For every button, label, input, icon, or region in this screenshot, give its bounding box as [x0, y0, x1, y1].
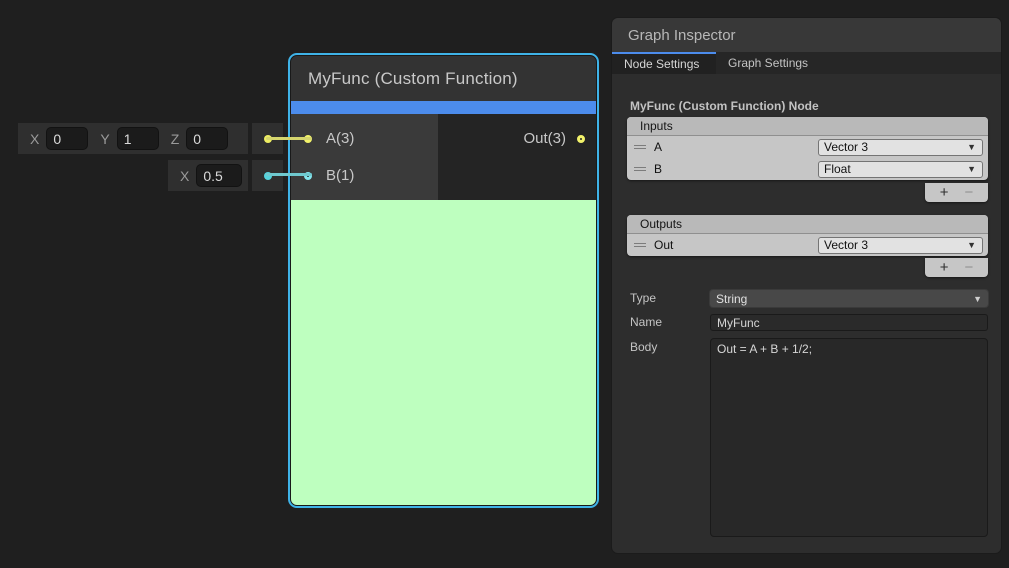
type-label: Type — [630, 291, 656, 305]
axis-x-label: X — [30, 131, 39, 147]
input-row-name: B — [654, 162, 662, 176]
output-row-name: Out — [654, 238, 673, 252]
tab-graph-settings[interactable]: Graph Settings — [716, 52, 822, 74]
chevron-down-icon: ▼ — [967, 164, 976, 174]
edge-float-to-b[interactable] — [266, 173, 312, 176]
node-output-ports: Out(3) — [438, 114, 596, 200]
inspector-title[interactable]: Graph Inspector — [612, 18, 1001, 52]
remove-input-button[interactable]: − — [965, 185, 974, 200]
body-label: Body — [630, 340, 657, 354]
outputs-list: Outputs Out Vector 3 ▼ — [627, 215, 988, 256]
vector3-y-field[interactable] — [117, 127, 159, 150]
node-preview — [291, 200, 596, 505]
float-x-field[interactable] — [196, 164, 242, 187]
chevron-down-icon: ▼ — [967, 142, 976, 152]
name-label: Name — [630, 315, 662, 329]
drag-handle-icon[interactable] — [634, 143, 646, 151]
body-field[interactable] — [710, 338, 988, 537]
port-row-a: A(3) — [291, 120, 438, 157]
node-title: MyFunc (Custom Function) — [291, 56, 596, 101]
dropdown-value: Float — [824, 162, 851, 176]
type-dropdown[interactable]: String ▼ — [710, 290, 988, 307]
vector3-input-widget: X Y Z — [18, 123, 248, 154]
port-row-b: B(1) — [291, 157, 438, 194]
port-out-connector-icon[interactable] — [577, 135, 585, 143]
dropdown-value: String — [716, 292, 747, 306]
output-type-dropdown[interactable]: Vector 3 ▼ — [818, 237, 983, 254]
port-a-label: A(3) — [326, 130, 354, 147]
list-item[interactable]: B Float ▼ — [627, 158, 988, 180]
input-b-type-dropdown[interactable]: Float ▼ — [818, 161, 983, 178]
drag-handle-icon[interactable] — [634, 165, 646, 173]
vector3-z-field[interactable] — [186, 127, 228, 150]
drag-handle-icon[interactable] — [634, 241, 646, 249]
inspector-heading: MyFunc (Custom Function) Node — [630, 99, 819, 113]
tab-node-settings[interactable]: Node Settings — [612, 52, 716, 74]
port-b-label: B(1) — [326, 167, 354, 184]
inputs-list-footer: + − — [925, 183, 988, 202]
inspector-tabs: Node Settings Graph Settings — [612, 52, 1001, 74]
axis-z-label: Z — [171, 131, 180, 147]
axis-x-label: X — [180, 168, 189, 184]
chevron-down-icon: ▼ — [973, 294, 982, 304]
axis-y-label: Y — [100, 131, 109, 147]
list-item[interactable]: Out Vector 3 ▼ — [627, 234, 988, 256]
dropdown-value: Vector 3 — [824, 238, 868, 252]
port-row-out: Out(3) — [438, 120, 596, 157]
input-row-name: A — [654, 140, 662, 154]
port-out-label: Out(3) — [523, 130, 566, 147]
outputs-list-header: Outputs — [627, 215, 988, 234]
remove-output-button[interactable]: − — [965, 260, 974, 275]
add-output-button[interactable]: + — [940, 260, 949, 275]
outputs-list-footer: + − — [925, 258, 988, 277]
name-field[interactable] — [710, 314, 988, 331]
input-a-type-dropdown[interactable]: Vector 3 ▼ — [818, 139, 983, 156]
edge-vector3-to-a[interactable] — [266, 137, 312, 140]
node-accent-bar — [291, 101, 596, 114]
add-input-button[interactable]: + — [940, 185, 949, 200]
graph-inspector-panel: Graph Inspector Node Settings Graph Sett… — [612, 18, 1001, 553]
list-item[interactable]: A Vector 3 ▼ — [627, 136, 988, 158]
chevron-down-icon: ▼ — [967, 240, 976, 250]
vector3-x-field[interactable] — [46, 127, 88, 150]
float-input-widget: X — [168, 160, 248, 191]
dropdown-value: Vector 3 — [824, 140, 868, 154]
node-input-ports: A(3) B(1) — [291, 114, 438, 200]
inputs-list: Inputs A Vector 3 ▼ B Float ▼ — [627, 117, 988, 180]
custom-function-node[interactable]: MyFunc (Custom Function) A(3) B(1) Out(3… — [288, 53, 599, 508]
inputs-list-header: Inputs — [627, 117, 988, 136]
